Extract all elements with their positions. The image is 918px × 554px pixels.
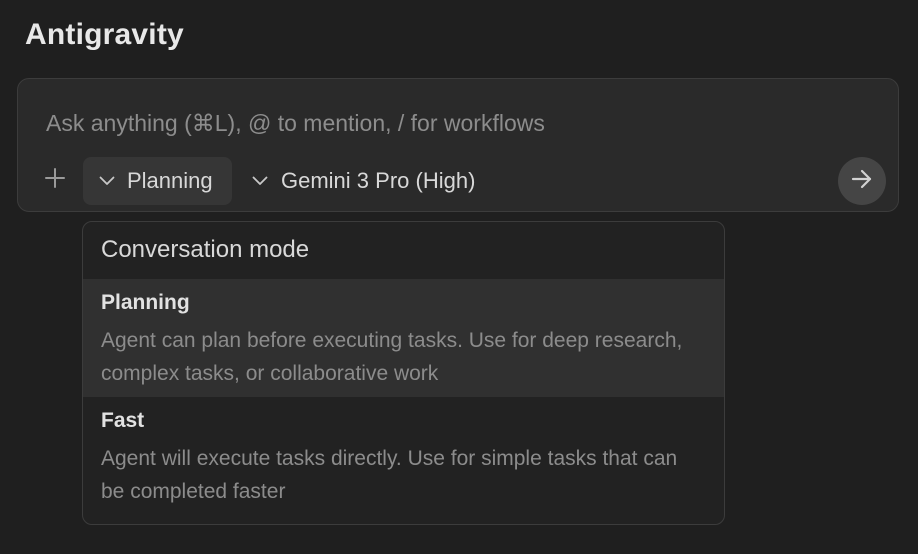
- mode-option-fast[interactable]: Fast Agent will execute tasks directly. …: [83, 397, 724, 524]
- menu-header: Conversation mode: [101, 236, 310, 263]
- chevron-down-icon: [98, 172, 116, 190]
- plus-icon: [44, 167, 66, 194]
- add-context-button[interactable]: [40, 165, 70, 195]
- app-root: Antigravity Planning: [0, 0, 918, 554]
- conversation-mode-button[interactable]: Planning: [83, 157, 232, 205]
- option-title: Fast: [101, 409, 145, 432]
- chevron-down-icon: [251, 172, 269, 190]
- mode-label: Planning: [127, 168, 213, 193]
- option-title: Planning: [101, 291, 190, 314]
- arrow-right-icon: [850, 167, 874, 196]
- chat-input[interactable]: [46, 105, 846, 141]
- send-button[interactable]: [838, 157, 886, 205]
- option-description: Agent will execute tasks directly. Use f…: [101, 447, 678, 503]
- option-description: Agent can plan before executing tasks. U…: [101, 329, 683, 385]
- page-title: Antigravity: [25, 18, 184, 51]
- mode-option-planning[interactable]: Planning Agent can plan before executing…: [83, 279, 724, 397]
- model-select-button[interactable]: Gemini 3 Pro (High): [246, 157, 485, 205]
- conversation-mode-menu: Conversation mode Planning Agent can pla…: [82, 221, 725, 525]
- model-label: Gemini 3 Pro (High): [281, 168, 476, 193]
- chat-composer: Planning Gemini 3 Pro (High): [17, 78, 899, 212]
